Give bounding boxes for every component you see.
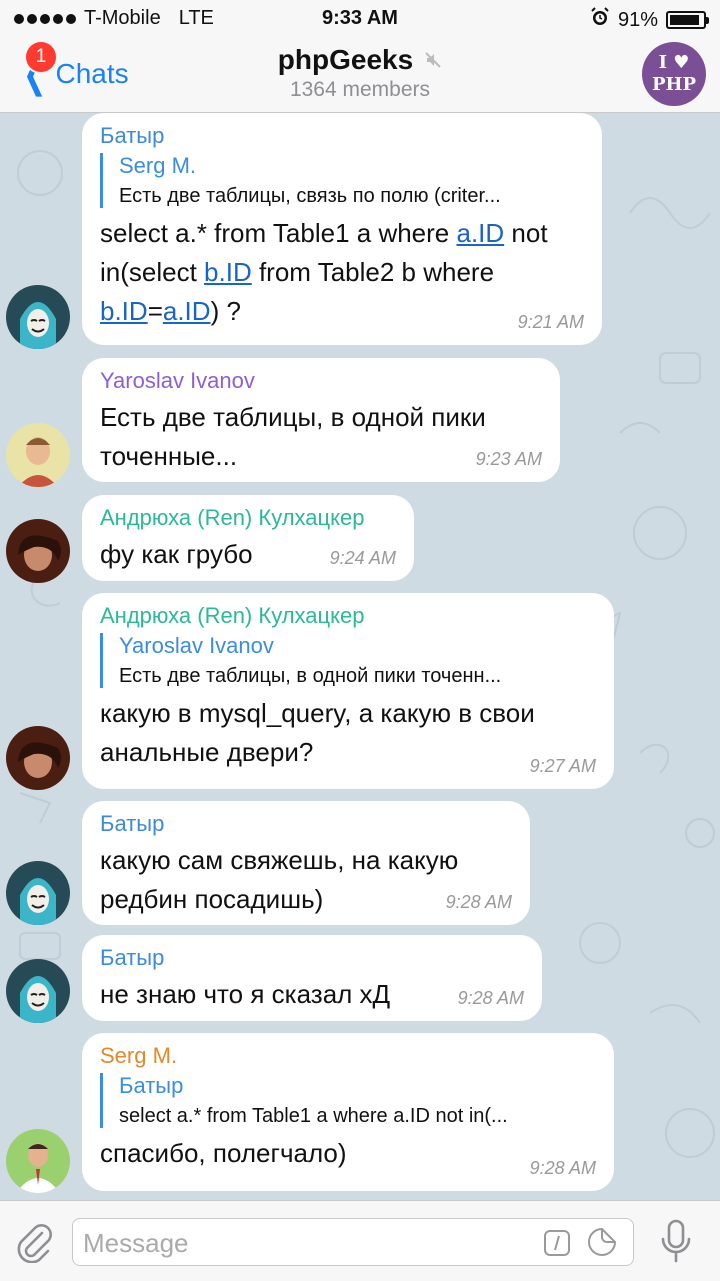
avatar-batyr[interactable] [6, 285, 70, 349]
group-avatar[interactable]: I ♥ PHP [642, 42, 706, 106]
message-placeholder: Message [83, 1228, 189, 1258]
message-text: select a.* from Table1 a where a.ID not … [100, 214, 584, 331]
reply-author: Yaroslav Ivanov [119, 633, 274, 658]
message-text: какую в mysql_query, а какую в свои анал… [100, 698, 535, 767]
message-timestamp: 9:23 AM [475, 449, 542, 469]
message-sender[interactable]: Yaroslav Ivanov [100, 368, 542, 394]
chat-title-text: phpGeeks [277, 44, 414, 75]
avatar-andryuha[interactable] [6, 726, 70, 790]
message-sender[interactable]: Serg M. [100, 1043, 596, 1069]
message-text-part: = [147, 296, 163, 326]
message-sender[interactable]: Батыр [100, 811, 512, 837]
chat-title[interactable]: phpGeeks [0, 44, 720, 76]
reply-text: select a.* from Table1 a where a.ID not … [119, 1105, 508, 1127]
reply-preview[interactable]: Serg M. Есть две таблицы, связь по полю (… [100, 153, 584, 208]
message-bubble[interactable]: Serg M. Батыр select a.* from Table1 a whe… [82, 1033, 614, 1191]
commands-icon[interactable] [543, 1229, 571, 1262]
message-timestamp: 9:27 AM [529, 756, 596, 776]
message-link[interactable]: a.ID [456, 218, 504, 248]
reply-preview[interactable]: Батыр select a.* from Table1 a where a.ID… [100, 1073, 596, 1128]
message-bubble[interactable]: Андрюха (Ren) Кулхацкер Yaroslav Ivanov Ес… [82, 593, 614, 789]
message-sender[interactable]: Андрюха (Ren) Кулхацкер [100, 505, 396, 531]
message-text-part: ) ? [210, 296, 241, 326]
message-text-part: select a.* from Table1 a where [100, 218, 457, 248]
message-text: не знаю что я сказал хД [100, 979, 391, 1009]
avatar-batyr[interactable] [6, 861, 70, 925]
avatar-logo-line2: PHP [651, 74, 697, 95]
reply-text: Есть две таблицы, связь по полю (criter.… [119, 185, 501, 207]
message-link[interactable]: a.ID [163, 296, 211, 326]
message-list[interactable]: Батыр Serg M. Есть две таблицы, связь по п… [0, 113, 720, 1200]
avatar-andryuha[interactable] [6, 519, 70, 583]
message-bubble[interactable]: Батыр Serg M. Есть две таблицы, связь по п… [82, 113, 602, 345]
message-text: спасибо, полегчало) [100, 1138, 347, 1168]
avatar-yaroslav[interactable] [6, 423, 70, 487]
message-composer: Message [0, 1200, 720, 1281]
microphone-icon[interactable] [658, 1217, 694, 1270]
message-text: фу как грубо [100, 539, 253, 569]
message-timestamp: 9:21 AM [517, 312, 584, 332]
alarm-icon [590, 7, 610, 33]
avatar-serg[interactable] [6, 1129, 70, 1193]
message-timestamp: 9:28 AM [529, 1158, 596, 1178]
reply-text: Есть две таблицы, в одной пики точенн... [119, 665, 502, 687]
avatar-logo-line1: I ♥ [658, 52, 690, 73]
sticker-icon[interactable] [587, 1227, 617, 1262]
message-input[interactable]: Message [72, 1218, 634, 1266]
reply-author: Serg M. [119, 153, 197, 178]
battery-icon [666, 11, 709, 29]
battery-percent: 91% [617, 8, 658, 31]
message-sender[interactable]: Батыр [100, 945, 524, 971]
message-bubble[interactable]: Батыр какую сам свяжешь, на какую редбин … [82, 801, 530, 925]
message-link[interactable]: b.ID [100, 296, 148, 326]
message-bubble[interactable]: Yaroslav Ivanov Есть две таблицы, в одной… [82, 358, 560, 482]
message-sender[interactable]: Батыр [100, 123, 584, 149]
message-timestamp: 9:28 AM [457, 988, 524, 1008]
members-count: 1364 members [289, 78, 431, 101]
message-link[interactable]: b.ID [204, 257, 252, 287]
message-timestamp: 9:24 AM [329, 548, 396, 568]
avatar-batyr[interactable] [6, 959, 70, 1023]
message-bubble[interactable]: Андрюха (Ren) Кулхацкер фу как грубо 9:24 … [82, 495, 414, 581]
status-bar: T-Mobile LTE 9:33 AM 91% [0, 0, 720, 36]
paperclip-icon[interactable] [14, 1219, 54, 1268]
reply-author: Батыр [119, 1073, 184, 1098]
message-bubble[interactable]: Батыр не знаю что я сказал хД 9:28 AM [82, 935, 542, 1021]
message-text-part: from Table2 b where [251, 257, 495, 287]
chat-header: ❮ Chats 1 phpGeeks 1364 members I ♥ PHP [0, 36, 720, 113]
reply-preview[interactable]: Yaroslav Ivanov Есть две таблицы, в одной… [100, 633, 596, 688]
mute-icon [419, 52, 442, 73]
message-sender[interactable]: Андрюха (Ren) Кулхацкер [100, 603, 596, 629]
message-timestamp: 9:28 AM [445, 892, 512, 912]
